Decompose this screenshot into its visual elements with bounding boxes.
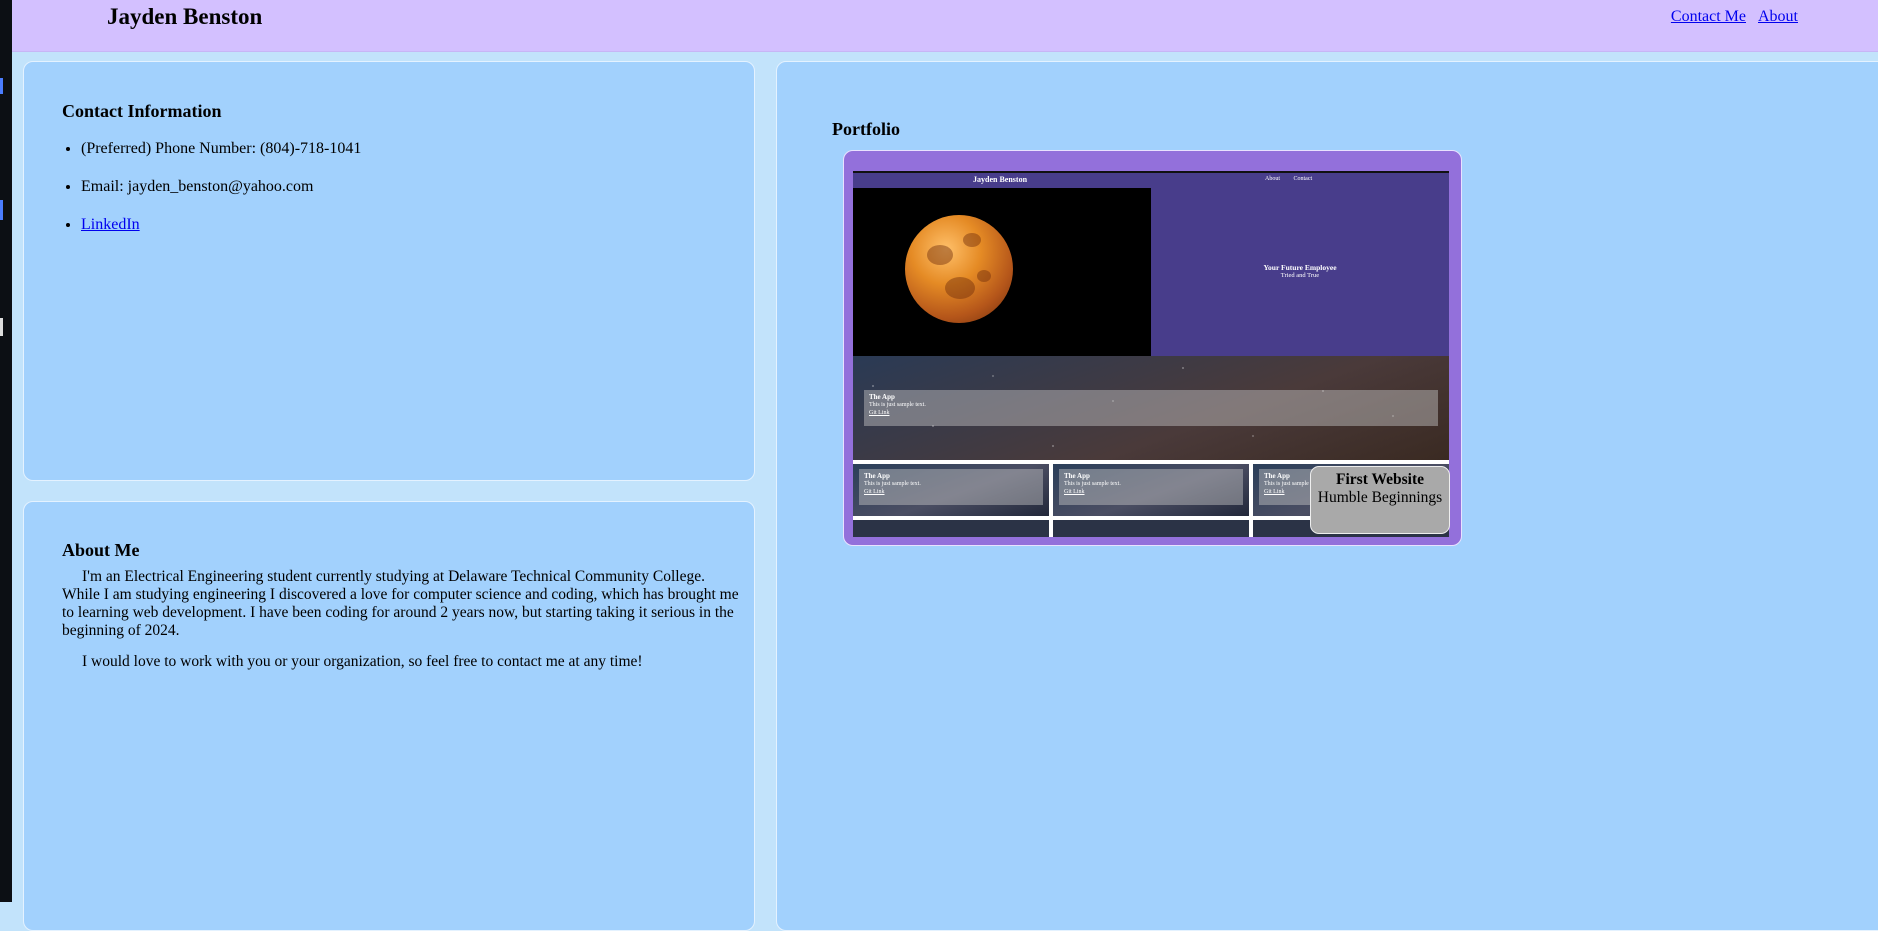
contact-list: (Preferred) Phone Number: (804)-718-1041… [62, 140, 721, 254]
edge-marker [0, 200, 3, 220]
preview-hero-tagline: Tried and True [1280, 272, 1320, 279]
preview-moon-image [853, 188, 1151, 356]
preview-header: Jayden Benston About Contact [853, 171, 1449, 188]
nav-about-link[interactable]: About [1758, 8, 1798, 25]
main-nav: Contact Me About [1663, 8, 1798, 26]
preview-card-title: The App [869, 393, 895, 401]
portfolio-heading: Portfolio [832, 119, 900, 139]
preview-nav-contact: Contact [1293, 176, 1313, 182]
contact-panel: Contact Information (Preferred) Phone Nu… [23, 61, 755, 481]
preview-tile: The App This is just sample text. Git Li… [853, 464, 1049, 516]
preview-tile-row2 [853, 520, 1049, 537]
left-window-edge [0, 0, 12, 902]
preview-hero: Your Future Employee Tried and True [1151, 188, 1449, 356]
site-title: Jayden Benston [107, 4, 263, 29]
preview-card-title: The App [1064, 472, 1090, 480]
project-title: First Website [1336, 471, 1424, 488]
about-heading: About Me [62, 540, 140, 560]
preview-tile: The App This is just sample text. Git Li… [1053, 464, 1249, 516]
preview-card-text: This is just sample text. [869, 402, 926, 408]
preview-nav: About Contact [1265, 176, 1324, 182]
preview-card-text: This is just sample text. [864, 481, 921, 487]
preview-tile-row2 [1053, 520, 1249, 537]
preview-hero-title: Your Future Employee [1263, 263, 1337, 272]
preview-site-title: Jayden Benston [973, 175, 1028, 184]
preview-card: The App This is just sample text. Git Li… [1059, 469, 1243, 505]
contact-heading: Contact Information [62, 101, 222, 121]
about-text: I'm an Electrical Engineering student cu… [62, 568, 742, 684]
portfolio-panel: Portfolio Jayden Benston About Contact Y… [776, 61, 1878, 931]
contact-linkedin-item: LinkedIn [81, 216, 721, 254]
linkedin-link[interactable]: LinkedIn [81, 216, 140, 233]
project-caption: First Website Humble Beginnings [1310, 466, 1450, 534]
site-header: Jayden Benston Contact Me About [12, 0, 1878, 52]
preview-card: The App This is just sample text. Git Li… [864, 390, 1438, 426]
edge-marker [0, 318, 3, 336]
preview-card-link: Git Link [869, 410, 890, 416]
preview-card-title: The App [864, 472, 890, 480]
nav-contact-me-link[interactable]: Contact Me [1671, 8, 1746, 25]
about-paragraph: I would love to work with you or your or… [82, 653, 643, 670]
preview-card-text: This is just sample text. [1064, 481, 1121, 487]
contact-email-item: Email: jayden_benston@yahoo.com [81, 178, 721, 216]
preview-card-link: Git Link [864, 489, 885, 495]
project-subtitle: Humble Beginnings [1317, 489, 1443, 506]
preview-starfield: The App This is just sample text. Git Li… [853, 356, 1449, 460]
moon-graphic [905, 215, 1013, 323]
contact-phone-item: (Preferred) Phone Number: (804)-718-1041 [81, 140, 721, 178]
about-paragraph: I'm an Electrical Engineering student cu… [62, 568, 739, 639]
edge-marker [0, 78, 3, 94]
project-card[interactable]: Jayden Benston About Contact Your Future… [843, 150, 1462, 546]
preview-nav-about: About [1265, 176, 1280, 182]
about-panel: About Me I'm an Electrical Engineering s… [23, 501, 755, 931]
preview-card: The App This is just sample text. Git Li… [859, 469, 1043, 505]
preview-card-link: Git Link [1064, 489, 1085, 495]
